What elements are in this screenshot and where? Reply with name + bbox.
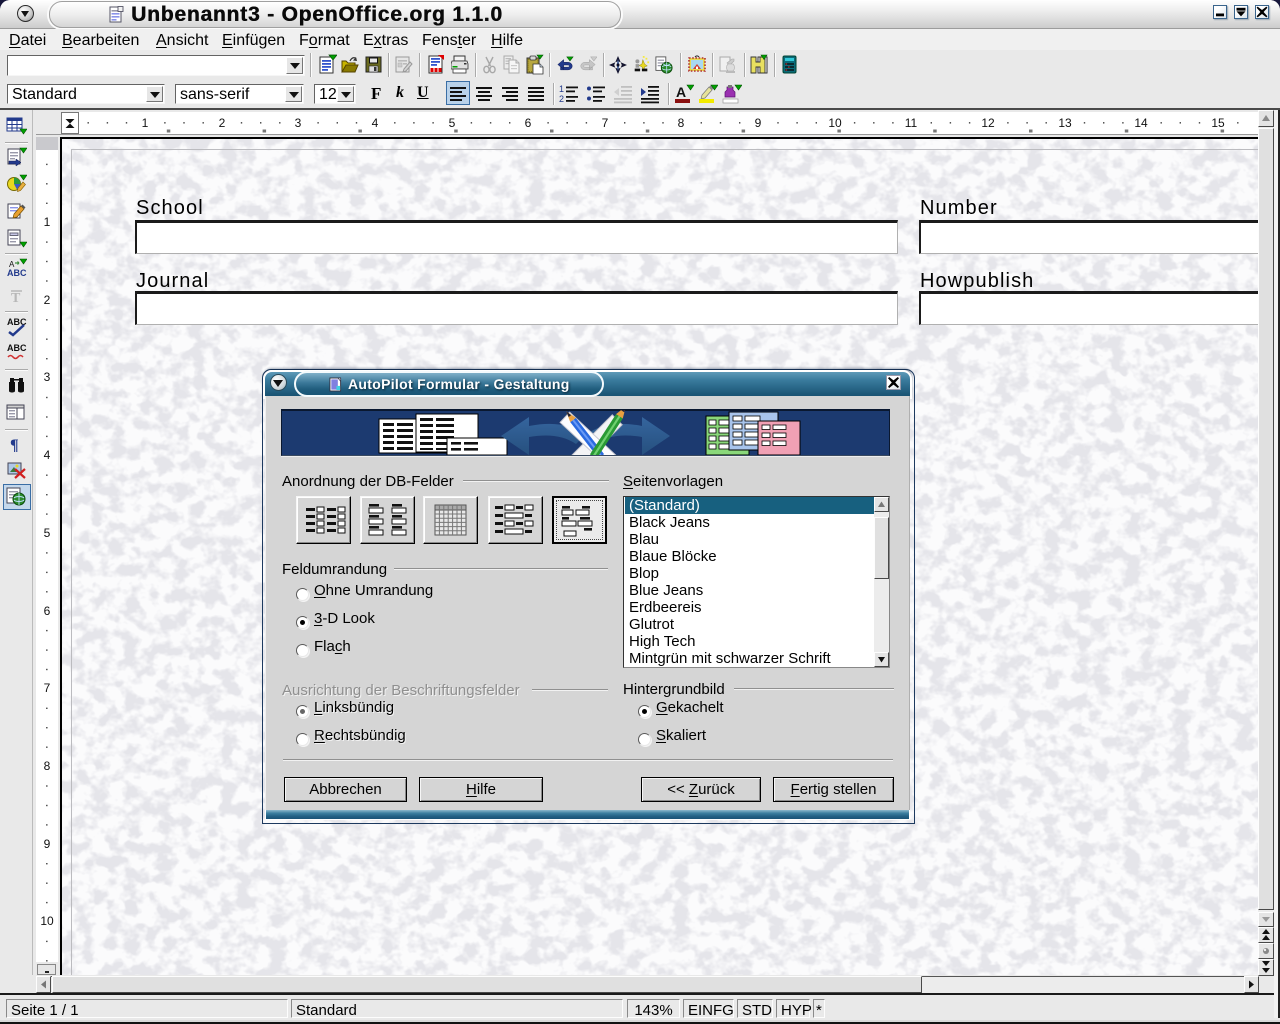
svg-text:ABC: ABC <box>7 343 27 353</box>
svg-text:¶: ¶ <box>10 437 19 454</box>
svg-text:7: 7 <box>602 116 609 130</box>
svg-text:6: 6 <box>525 116 532 130</box>
svg-text:1: 1 <box>44 215 51 229</box>
svg-text:9: 9 <box>755 116 762 130</box>
svg-text:ABC: ABC <box>7 268 27 278</box>
svg-text:3: 3 <box>295 116 302 130</box>
svg-text:13: 13 <box>1058 116 1072 130</box>
svg-text:2: 2 <box>559 94 564 104</box>
svg-text:1: 1 <box>142 116 149 130</box>
svg-text:10: 10 <box>40 914 54 928</box>
svg-text:2: 2 <box>44 293 51 307</box>
svg-text:8: 8 <box>44 759 51 773</box>
svg-text:4: 4 <box>372 116 379 130</box>
svg-text:3: 3 <box>44 370 51 384</box>
svg-text:10: 10 <box>828 116 842 130</box>
svg-text:6: 6 <box>44 604 51 618</box>
svg-text:14: 14 <box>1134 116 1148 130</box>
svg-text:15: 15 <box>1211 116 1225 130</box>
svg-text:12: 12 <box>981 116 995 130</box>
svg-text:A: A <box>676 84 686 100</box>
svg-text:5: 5 <box>44 526 51 540</box>
svg-text:T: T <box>11 291 21 306</box>
svg-text:8: 8 <box>678 116 685 130</box>
svg-text:11: 11 <box>905 116 918 130</box>
svg-text:5: 5 <box>449 116 456 130</box>
svg-text:7: 7 <box>44 681 51 695</box>
svg-text:4: 4 <box>44 448 51 462</box>
svg-text:9: 9 <box>44 837 51 851</box>
svg-text:1: 1 <box>559 84 564 94</box>
svg-text:2: 2 <box>219 116 226 130</box>
